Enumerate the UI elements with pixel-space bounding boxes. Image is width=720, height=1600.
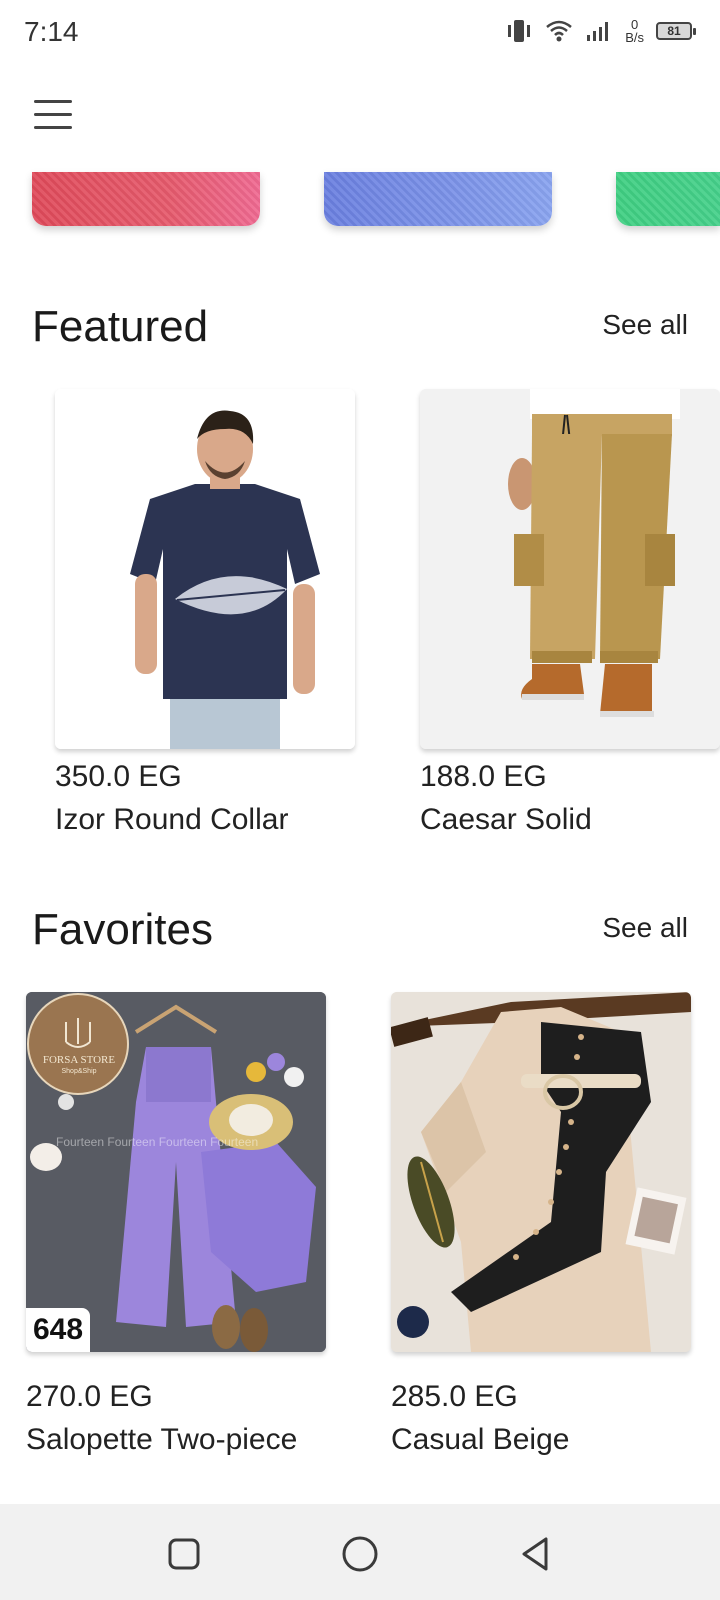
store-logo-subtext: Shop&Ship [61, 1068, 97, 1075]
product-image[interactable] [420, 389, 720, 749]
featured-title: Featured [32, 302, 209, 351]
back-icon[interactable] [514, 1532, 558, 1576]
net-speed-unit: B/s [625, 30, 644, 45]
hamburger-menu-icon[interactable] [34, 100, 76, 136]
category-card[interactable] [32, 172, 260, 226]
system-navigation-bar [0, 1504, 720, 1600]
favorites-see-all-link[interactable]: See all [602, 912, 688, 944]
wifi-icon [545, 19, 573, 43]
category-card[interactable] [616, 172, 720, 226]
category-card[interactable] [324, 172, 552, 226]
product-price: 188.0 EG [420, 760, 547, 793]
featured-product-card[interactable] [420, 389, 720, 749]
product-price: 350.0 EG [55, 760, 182, 793]
product-image[interactable]: FORSA STORE Shop&Ship Fourteen Fourteen … [26, 992, 326, 1352]
product-name: Izor Round Collar [55, 803, 289, 836]
favorite-product-card[interactable] [391, 992, 691, 1352]
status-icons: 0 B/s 81 [505, 18, 696, 44]
item-number-badge: 648 [26, 1308, 90, 1352]
home-icon[interactable] [338, 1532, 382, 1576]
product-name: Caesar Solid [420, 803, 592, 836]
recent-apps-icon[interactable] [162, 1532, 206, 1576]
status-time: 7:14 [24, 16, 79, 47]
store-logo-text: FORSA STORE [42, 1054, 116, 1066]
product-price: 270.0 EG [26, 1380, 153, 1413]
favorites-title: Favorites [32, 905, 213, 954]
status-bar: 7:14 0 B/s 81 [0, 0, 720, 66]
image-watermark: Fourteen Fourteen Fourteen Fourteen [56, 1135, 259, 1149]
product-image[interactable] [55, 389, 355, 749]
product-name: Salopette Two-piece [26, 1423, 298, 1456]
featured-product-card[interactable] [55, 389, 355, 749]
product-name: Casual Beige [391, 1423, 570, 1456]
battery-indicator: 81 [656, 22, 696, 40]
product-price: 285.0 EG [391, 1380, 518, 1413]
network-speed: 0 B/s [625, 18, 644, 44]
product-image[interactable] [391, 992, 691, 1352]
vibrate-icon [505, 18, 533, 44]
signal-icon [585, 19, 613, 43]
featured-see-all-link[interactable]: See all [602, 309, 688, 341]
favorite-product-card[interactable]: FORSA STORE Shop&Ship Fourteen Fourteen … [26, 992, 326, 1352]
